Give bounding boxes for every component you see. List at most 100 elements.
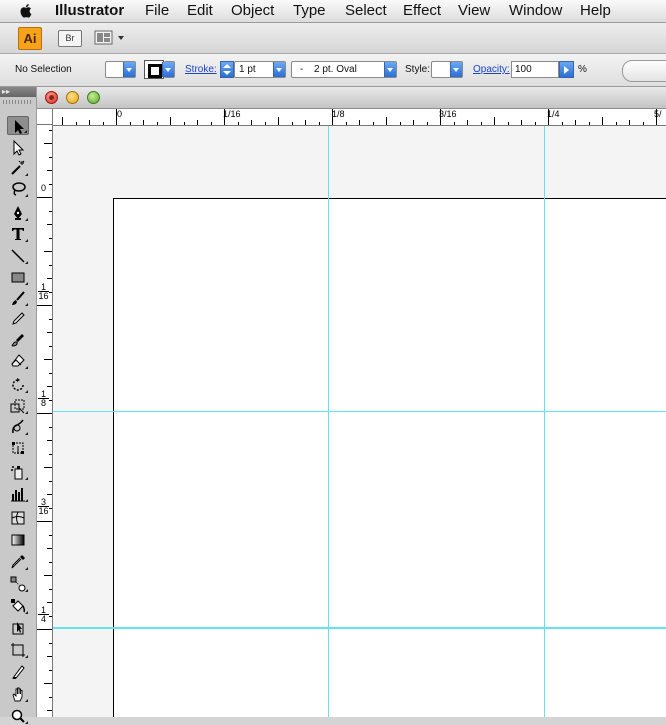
graphic-style-dropdown[interactable] bbox=[431, 61, 463, 78]
ruler-label: 18 bbox=[38, 390, 49, 408]
pen-tool-icon bbox=[14, 206, 22, 220]
magic-wand-tool-button[interactable] bbox=[7, 158, 29, 177]
selection-status: No Selection bbox=[15, 64, 72, 75]
type-tool-button[interactable] bbox=[7, 224, 29, 243]
artboard-tool-button[interactable] bbox=[7, 640, 29, 659]
pen-tool-button[interactable] bbox=[7, 203, 29, 222]
eyedropper-tool-button[interactable] bbox=[7, 552, 29, 571]
opacity-percent: % bbox=[578, 64, 587, 75]
free-transform-tool-button[interactable] bbox=[7, 438, 29, 457]
mesh-tool-button[interactable] bbox=[7, 508, 29, 527]
warp-tool-button[interactable] bbox=[7, 417, 29, 436]
apple-menu-icon[interactable] bbox=[18, 2, 35, 19]
app-menu[interactable]: Illustrator bbox=[55, 2, 124, 19]
stroke-color-dropdown[interactable] bbox=[162, 61, 175, 78]
close-window-button[interactable] bbox=[45, 91, 58, 104]
blob-brush-tool-button[interactable] bbox=[7, 330, 29, 349]
flyout-indicator-icon bbox=[25, 432, 28, 435]
application-bar: Ai Br bbox=[0, 23, 666, 54]
style-label: Style: bbox=[405, 64, 431, 75]
menu-file[interactable]: File bbox=[145, 2, 169, 19]
menu-object[interactable]: Object bbox=[231, 2, 274, 19]
lasso-tool-button[interactable] bbox=[7, 179, 29, 198]
ruler-label: 1/16 bbox=[223, 109, 241, 119]
horizontal-guide[interactable] bbox=[53, 627, 666, 629]
column-graph-tool-button[interactable] bbox=[7, 484, 29, 503]
hand-tool-button[interactable] bbox=[7, 684, 29, 703]
stroke-weight-stepper[interactable] bbox=[220, 61, 234, 78]
pencil-tool-button[interactable] bbox=[7, 309, 29, 328]
menu-effect[interactable]: Effect bbox=[403, 2, 441, 19]
go-to-bridge-button[interactable]: Br bbox=[58, 30, 82, 47]
flyout-indicator-icon bbox=[25, 366, 28, 369]
live-paint-selection-tool-button[interactable] bbox=[7, 618, 29, 637]
arrange-documents-icon[interactable] bbox=[94, 30, 128, 47]
flyout-indicator-icon bbox=[25, 261, 28, 264]
stroke-weight-field[interactable]: 1 pt bbox=[234, 61, 286, 78]
vertical-ruler[interactable]: 0 1 16 18 3 16 14 bbox=[37, 125, 53, 717]
blend-tool-icon bbox=[10, 576, 26, 592]
opacity-slider-button[interactable] bbox=[559, 61, 574, 78]
flyout-indicator-icon bbox=[25, 477, 28, 480]
gradient-tool-button[interactable] bbox=[7, 530, 29, 549]
menu-bar: Illustrator File Edit Object Type Select… bbox=[0, 0, 666, 23]
warp-tool-icon bbox=[12, 419, 24, 434]
vertical-ruler-ticks bbox=[37, 130, 52, 711]
chevron-down-icon bbox=[384, 62, 396, 77]
flyout-indicator-icon bbox=[25, 239, 28, 242]
fill-color-dropdown[interactable] bbox=[105, 61, 136, 78]
flyout-indicator-icon bbox=[25, 411, 28, 414]
blob-brush-tool-icon bbox=[11, 334, 24, 347]
ruler-label: 5/ bbox=[654, 109, 662, 119]
rotate-tool-button[interactable] bbox=[7, 375, 29, 394]
ruler-label: 0 bbox=[40, 183, 46, 193]
line-segment-tool-button[interactable] bbox=[7, 246, 29, 265]
flyout-indicator-icon bbox=[25, 589, 28, 592]
rectangle-tool-button[interactable] bbox=[7, 267, 29, 286]
eraser-tool-button[interactable] bbox=[7, 351, 29, 370]
symbol-sprayer-tool-button[interactable] bbox=[7, 462, 29, 481]
opacity-panel-link[interactable]: Opacity: bbox=[473, 64, 510, 75]
menu-select[interactable]: Select bbox=[345, 2, 387, 19]
blend-tool-button[interactable] bbox=[7, 574, 29, 593]
menu-edit[interactable]: Edit bbox=[187, 2, 213, 19]
chevron-down-icon bbox=[162, 62, 174, 77]
opacity-input[interactable]: 100 bbox=[511, 61, 559, 78]
direct-selection-tool-button[interactable] bbox=[7, 138, 29, 157]
stroke-panel-link[interactable]: Stroke: bbox=[185, 64, 217, 75]
menu-window[interactable]: Window bbox=[509, 2, 562, 19]
scale-tool-icon bbox=[10, 399, 25, 414]
canvas[interactable] bbox=[53, 126, 666, 717]
document-title-bar[interactable] bbox=[37, 87, 666, 109]
stroke-color-swatch[interactable] bbox=[144, 60, 164, 79]
selection-tool-button[interactable] bbox=[7, 116, 29, 135]
illustrator-logo: Ai bbox=[18, 27, 42, 50]
live-paint-bucket-tool-button[interactable] bbox=[7, 596, 29, 615]
zoom-tool-icon bbox=[11, 709, 25, 723]
ruler-label: 3/16 bbox=[439, 109, 457, 119]
flyout-indicator-icon bbox=[25, 218, 28, 221]
horizontal-ruler[interactable]: 0 1/16 1/8 3/16 1/4 5/ bbox=[53, 109, 666, 126]
ruler-origin[interactable] bbox=[37, 109, 53, 125]
slice-tool-button[interactable] bbox=[7, 662, 29, 681]
brush-definition-dropdown[interactable]: - 2 pt. Oval bbox=[291, 61, 397, 78]
tools-panel-header[interactable]: ▸▸ bbox=[0, 87, 36, 97]
scale-tool-button[interactable] bbox=[7, 396, 29, 415]
zoom-window-button[interactable] bbox=[87, 91, 100, 104]
horizontal-guide[interactable] bbox=[53, 411, 666, 412]
mesh-tool-icon bbox=[11, 511, 25, 525]
brush-name: 2 pt. Oval bbox=[314, 64, 357, 75]
control-panel: No Selection Stroke: 1 pt - 2 pt. Oval S… bbox=[0, 54, 666, 87]
zoom-tool-button[interactable] bbox=[7, 706, 29, 725]
paintbrush-tool-button[interactable] bbox=[7, 288, 29, 307]
flyout-indicator-icon bbox=[25, 390, 28, 393]
minimize-window-button[interactable] bbox=[66, 91, 79, 104]
ruler-label: 1 16 bbox=[38, 282, 49, 301]
artboard[interactable] bbox=[113, 198, 666, 717]
horizontal-ruler-ticks bbox=[62, 109, 657, 125]
search-field[interactable] bbox=[622, 60, 666, 82]
menu-type[interactable]: Type bbox=[293, 2, 326, 19]
menu-help[interactable]: Help bbox=[580, 2, 611, 19]
panel-grip[interactable] bbox=[3, 100, 31, 104]
menu-view[interactable]: View bbox=[458, 2, 490, 19]
